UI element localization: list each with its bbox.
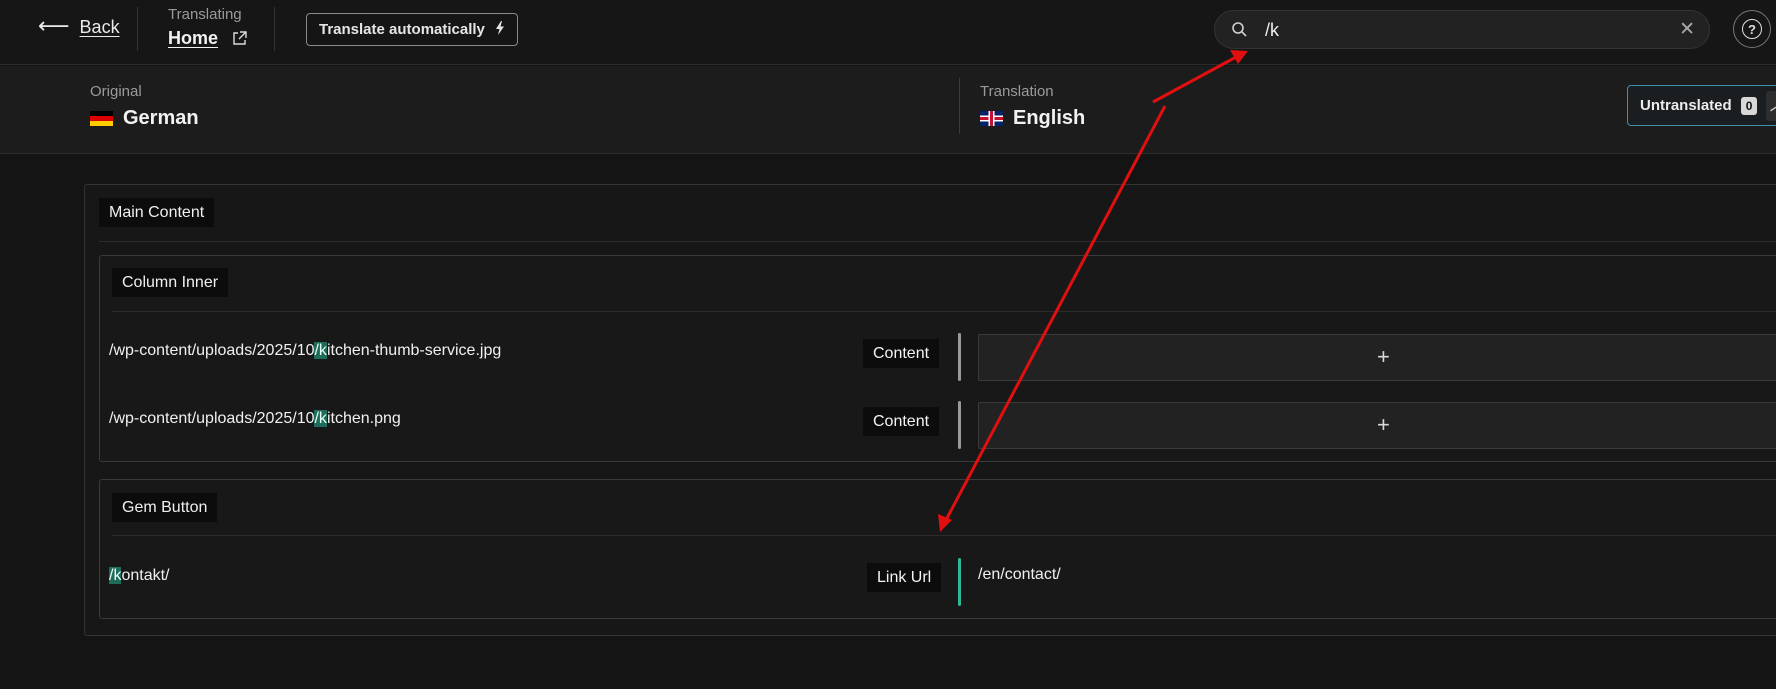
search-input[interactable] — [1265, 17, 1645, 43]
top-bar: ⟵ Back Translating Home Translate automa… — [0, 0, 1776, 65]
search-highlight: /k — [314, 410, 327, 427]
divider — [959, 78, 960, 134]
divider — [112, 535, 1776, 536]
page-name-link[interactable]: Home — [168, 28, 218, 49]
translate-automatically-button[interactable]: Translate automatically — [306, 13, 518, 46]
search-highlight: /k — [109, 567, 122, 584]
add-translation-button[interactable]: + — [978, 402, 1776, 449]
original-text: /wp-content/uploads/2025/10/kitchen-thum… — [109, 342, 502, 359]
status-bar — [958, 401, 961, 449]
language-header: Original German Translation English Untr… — [0, 66, 1776, 154]
clear-icon[interactable]: ✕ — [1679, 20, 1695, 40]
group-gem-button — [99, 479, 1776, 619]
untranslated-label: Untranslated — [1640, 97, 1732, 114]
back-label: Back — [79, 17, 120, 37]
plus-icon: + — [1377, 412, 1390, 437]
divider — [112, 311, 1776, 312]
add-translation-button[interactable]: + — [978, 334, 1776, 381]
field-type-tag: Link Url — [867, 563, 942, 592]
chevron-up-icon: ︿ — [1766, 90, 1776, 121]
plus-icon: + — [1377, 344, 1390, 369]
uk-flag-icon — [980, 111, 1003, 126]
back-arrow-icon: ⟵ — [38, 13, 70, 38]
original-label: Original — [90, 83, 142, 100]
translation-label: Translation — [980, 83, 1054, 100]
divider — [137, 7, 138, 51]
translation-text[interactable]: /en/contact/ — [978, 566, 1061, 584]
original-language: Original German — [90, 83, 199, 130]
translating-label: Translating — [168, 6, 242, 23]
divider — [99, 241, 1776, 242]
field-type-tag: Content — [863, 339, 940, 368]
original-text: /kontakt/ — [109, 567, 170, 584]
untranslated-filter-button[interactable]: Untranslated 0 ︿ — [1627, 85, 1776, 126]
group-title: Gem Button — [112, 493, 218, 522]
help-button[interactable]: ? — [1733, 10, 1771, 48]
field-type-tag: Content — [863, 407, 940, 436]
translate-automatically-label: Translate automatically — [319, 21, 485, 38]
status-bar — [958, 333, 961, 381]
search-highlight: /k — [314, 342, 327, 359]
lightning-icon — [495, 20, 505, 39]
help-icon: ? — [1742, 19, 1762, 39]
status-bar — [958, 558, 961, 606]
section-title: Main Content — [99, 198, 215, 227]
group-title: Column Inner — [112, 268, 229, 297]
translation-language: Translation English — [980, 83, 1085, 130]
search-icon — [1231, 21, 1248, 43]
original-language-name: German — [123, 107, 199, 129]
translating-info: Translating Home — [168, 6, 247, 49]
search-bar[interactable]: ✕ — [1214, 10, 1710, 49]
original-text: /wp-content/uploads/2025/10/kitchen.png — [109, 410, 401, 427]
back-button[interactable]: ⟵ Back — [38, 13, 120, 38]
external-link-icon[interactable] — [232, 31, 247, 46]
translation-language-name: English — [1013, 107, 1086, 129]
german-flag-icon — [90, 111, 113, 126]
untranslated-count-badge: 0 — [1740, 96, 1758, 115]
divider — [274, 7, 275, 51]
